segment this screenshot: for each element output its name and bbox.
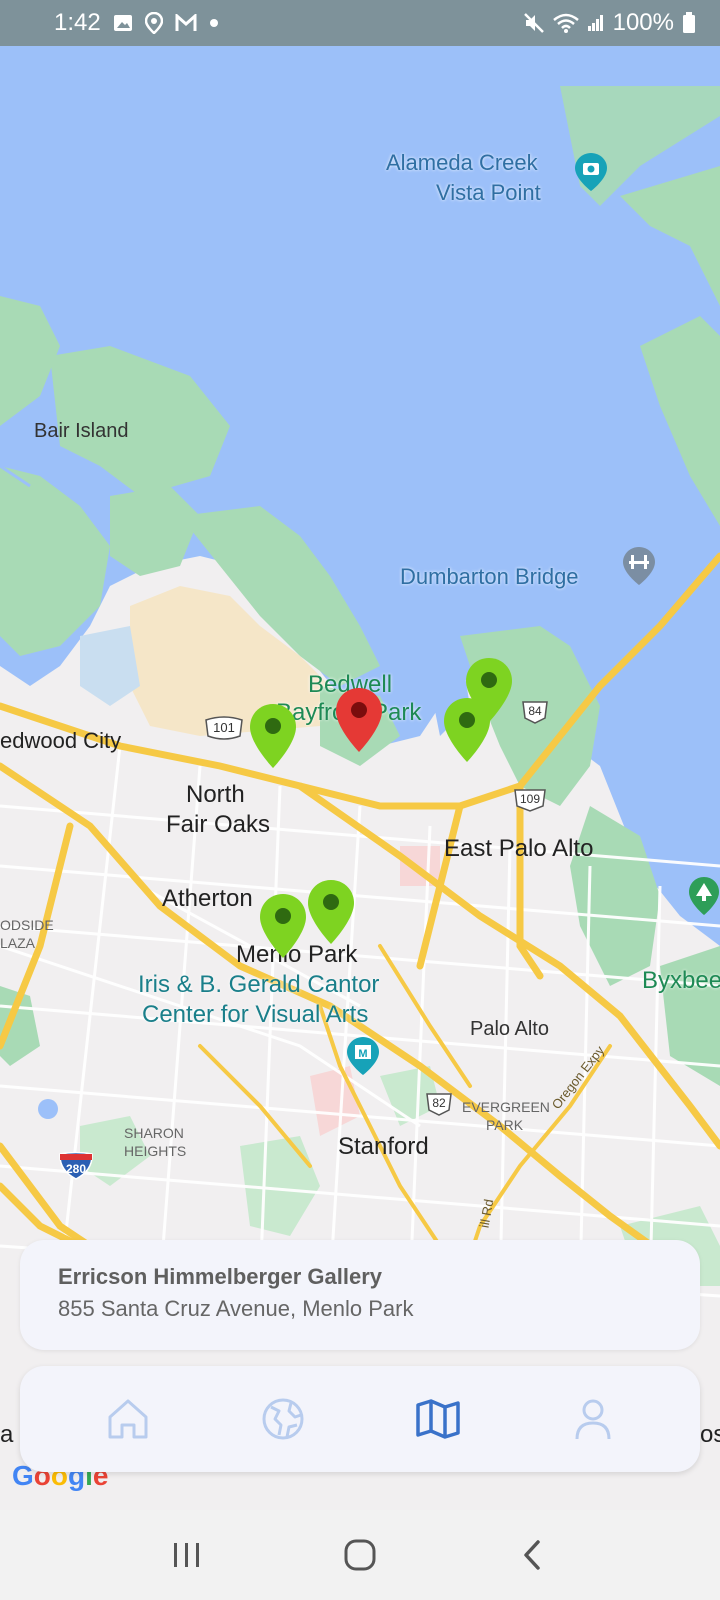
- label-cantor-2: Center for Visual Arts: [142, 1001, 369, 1028]
- ca-82-shield-text: 82: [432, 1096, 446, 1110]
- place-info-card[interactable]: Erricson Himmelberger Gallery 855 Santa …: [20, 1240, 700, 1350]
- label-bair-island: Bair Island: [34, 420, 129, 442]
- label-atherton: Atherton: [162, 885, 253, 912]
- ca-82-shield: 82: [424, 1092, 454, 1121]
- home-icon: [108, 1399, 147, 1439]
- gallery-icon: [113, 14, 133, 32]
- label-evergreen-2: PARK: [486, 1117, 524, 1133]
- label-dumbarton-bridge: Dumbarton Bridge: [400, 564, 579, 589]
- nav-home[interactable]: [98, 1389, 158, 1449]
- ca-84-shield: 84: [520, 700, 550, 729]
- camera-poi-icon[interactable]: [574, 152, 608, 197]
- museum-poi-icon[interactable]: M: [346, 1036, 380, 1081]
- globe-icon: [262, 1398, 303, 1440]
- label-woodside-1: ODSIDE: [0, 917, 54, 933]
- back-icon: [524, 1540, 541, 1570]
- label-redwood-city: edwood City: [0, 728, 122, 753]
- tree-poi-icon[interactable]: [688, 876, 720, 921]
- label-north: North: [186, 781, 245, 808]
- home-button[interactable]: [325, 1525, 395, 1585]
- bridge-poi-icon[interactable]: [622, 546, 656, 591]
- us-101-shield: 101: [204, 716, 244, 745]
- ca-84-shield-text: 84: [528, 704, 542, 718]
- place-title: Erricson Himmelberger Gallery: [58, 1264, 383, 1289]
- label-byxbee: Byxbee: [642, 967, 720, 994]
- dot-icon: [209, 18, 219, 28]
- home-circle-icon: [344, 1539, 376, 1571]
- svg-text:M: M: [358, 1048, 367, 1060]
- back-button[interactable]: [498, 1525, 568, 1585]
- label-cantor-1: Iris & B. Gerald Cantor: [138, 971, 380, 998]
- bottom-nav: [20, 1366, 700, 1472]
- map-pin[interactable]: [306, 878, 356, 946]
- battery-percent: 100%: [612, 9, 674, 36]
- map-icon: [415, 1399, 460, 1439]
- ca-109-shield: 109: [512, 788, 548, 817]
- label-edge-a: a: [0, 1421, 14, 1448]
- location-icon: [144, 12, 163, 34]
- map-pin-selected[interactable]: [334, 686, 384, 754]
- battery-icon: [682, 12, 696, 34]
- label-vista-point: Vista Point: [436, 180, 541, 205]
- map-pin[interactable]: [248, 702, 298, 770]
- label-evergreen-1: EVERGREEN: [462, 1099, 550, 1115]
- map-pin[interactable]: [442, 696, 492, 764]
- label-east-palo-alto: East Palo Alto: [444, 835, 594, 862]
- place-address: 855 Santa Cruz Avenue, Menlo Park: [58, 1296, 414, 1321]
- person-icon: [575, 1399, 610, 1440]
- recents-icon: [173, 1543, 199, 1567]
- label-woodside-2: LAZA: [0, 935, 36, 951]
- label-stanford: Stanford: [338, 1133, 429, 1160]
- mute-icon: [523, 12, 545, 34]
- nav-explore[interactable]: [253, 1389, 313, 1449]
- label-sharon-1: SHARON: [124, 1125, 184, 1141]
- label-palo-alto: Palo Alto: [470, 1018, 549, 1040]
- label-edge-os: os: [700, 1421, 720, 1448]
- recents-button[interactable]: [152, 1525, 222, 1585]
- label-alameda-creek: Alameda Creek: [386, 150, 538, 175]
- status-bar: 1:42 100%: [0, 0, 720, 46]
- i-280-shield-text: 280: [66, 1162, 86, 1176]
- us-101-shield-text: 101: [213, 720, 235, 735]
- nav-map[interactable]: [408, 1389, 468, 1449]
- i-280-shield: 280: [58, 1151, 94, 1185]
- wifi-icon: [552, 13, 579, 33]
- gmail-icon: [175, 14, 197, 32]
- system-nav-bar: [0, 1510, 720, 1600]
- ca-109-shield-text: 109: [520, 792, 540, 806]
- signal-icon: [587, 14, 605, 32]
- status-time: 1:42: [54, 9, 101, 36]
- nav-profile[interactable]: [563, 1389, 623, 1449]
- label-fair-oaks: Fair Oaks: [166, 811, 271, 838]
- map-pin[interactable]: [258, 892, 308, 960]
- label-sharon-2: HEIGHTS: [124, 1143, 187, 1159]
